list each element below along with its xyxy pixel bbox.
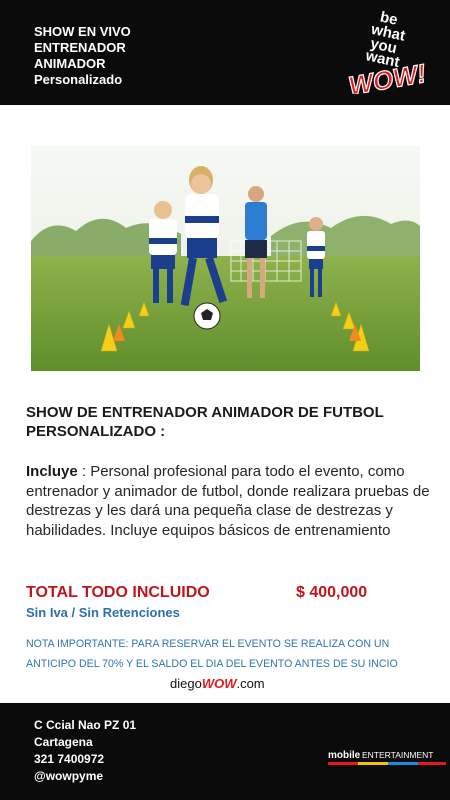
- description-text: : Personal profesional para todo el even…: [26, 463, 430, 539]
- brand-suffix: .com: [236, 676, 265, 691]
- contact-phone: 321 7400972: [34, 752, 105, 766]
- header-line-1: SHOW EN VIVO: [34, 24, 131, 39]
- svg-text:ENTERTAINMENT: ENTERTAINMENT: [362, 750, 433, 760]
- important-note: NOTA IMPORTANTE: PARA RESERVAR EL EVENTO…: [26, 634, 426, 674]
- contact-info: C Ccial Nao PZ 01 Cartagena 321 7400972 …: [34, 717, 136, 785]
- important-note-line-1: NOTA IMPORTANTE: PARA RESERVAR EL EVENTO…: [26, 638, 390, 650]
- header-line-3: ANIMADOR: [34, 56, 106, 71]
- important-note-line-2: ANTICIPO DEL 70% Y EL SALDO EL DIA DEL E…: [26, 658, 398, 670]
- total-price: $ 400,000: [296, 584, 368, 601]
- contact-handle: @wowpyme: [34, 769, 104, 783]
- svg-text:WOW!: WOW!: [346, 58, 428, 94]
- brand-wow: WOW: [201, 676, 237, 691]
- offer-title-line-2: PERSONALIZADO :: [26, 423, 166, 440]
- mobile-entertainment-logo: mobile ENTERTAINMENT: [328, 750, 446, 765]
- diegowow-brand: diegoWOW.com: [170, 676, 265, 691]
- contact-address: C Ccial Nao PZ 01: [34, 718, 137, 732]
- includes-label: Incluye: [26, 463, 78, 480]
- header-line-4: Personalizado: [34, 72, 123, 87]
- contact-city: Cartagena: [34, 735, 93, 749]
- brand-prefix: diego: [170, 676, 202, 691]
- header-title: SHOW EN VIVO ENTRENADOR ANIMADOR Persona…: [34, 24, 131, 88]
- tax-note: Sin Iva / Sin Retenciones: [26, 605, 180, 620]
- svg-text:mobile: mobile: [328, 750, 361, 761]
- header-line-2: ENTRENADOR: [34, 40, 126, 55]
- header-bar: SHOW EN VIVO ENTRENADOR ANIMADOR Persona…: [0, 0, 450, 105]
- soccer-training-photo: [31, 146, 420, 371]
- offer-description: Incluye : Personal profesional para todo…: [26, 462, 434, 540]
- total-label: TOTAL TODO INCLUIDO: [26, 584, 210, 601]
- offer-title-line-1: SHOW DE ENTRENADOR ANIMADOR DE FUTBOL: [26, 404, 384, 421]
- footer-bar: C Ccial Nao PZ 01 Cartagena 321 7400972 …: [0, 703, 450, 800]
- offer-title: SHOW DE ENTRENADOR ANIMADOR DE FUTBOL PE…: [26, 403, 426, 441]
- be-what-you-want-wow-logo: be what you want WOW!: [346, 8, 430, 94]
